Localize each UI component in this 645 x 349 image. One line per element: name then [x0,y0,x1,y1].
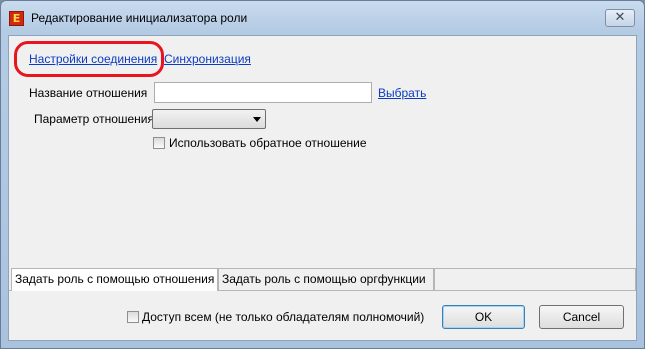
use-reverse-label[interactable]: Использовать обратное отношение [169,136,367,150]
app-icon: E [9,11,24,26]
ok-button[interactable]: OK [442,305,525,329]
relation-name-label: Название отношения [29,86,148,100]
dialog-window: E Редактирование инициализатора роли ✕ Н… [0,0,645,349]
close-icon[interactable]: ✕ [605,9,635,27]
cancel-button[interactable]: Cancel [539,305,624,329]
tab-strip-filler [434,268,636,290]
relation-param-select[interactable] [152,109,266,129]
tab-connection-settings[interactable]: Настройки соединения [29,52,157,66]
chevron-down-icon [253,117,261,122]
access-all-checkbox[interactable] [127,311,139,323]
relation-param-label: Параметр отношения [34,112,155,126]
bottom-tab-strip: Задать роль с помощью отношения Задать р… [9,268,636,291]
choose-link[interactable]: Выбрать [378,86,426,100]
window-title: Редактирование инициализатора роли [31,11,248,25]
tab-by-orgfunction[interactable]: Задать роль с помощью оргфункции [218,268,434,290]
access-all-label[interactable]: Доступ всем (не только обладателям полно… [142,310,424,324]
tab-by-relation[interactable]: Задать роль с помощью отношения [11,268,218,291]
dialog-content: Настройки соединения Синхронизация Назва… [8,35,637,341]
use-reverse-checkbox[interactable] [153,137,165,149]
relation-name-input[interactable] [154,82,372,103]
title-bar[interactable]: E Редактирование инициализатора роли ✕ [1,1,644,35]
tab-sync[interactable]: Синхронизация [164,52,251,66]
